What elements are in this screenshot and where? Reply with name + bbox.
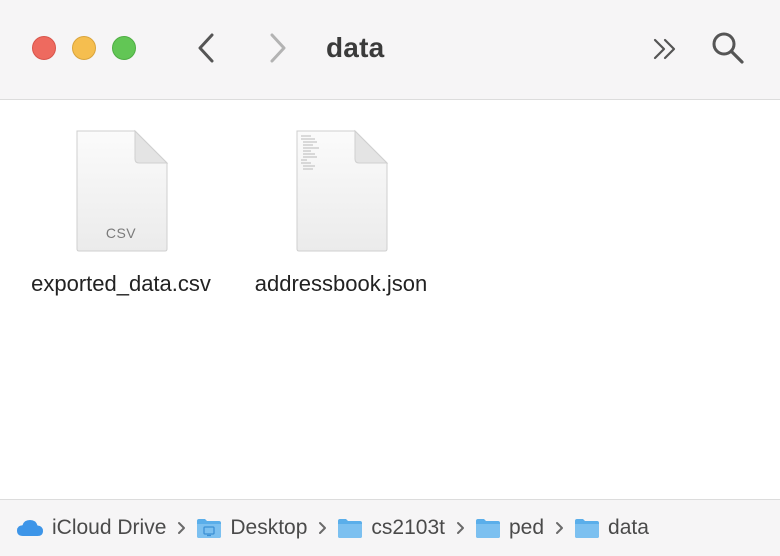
window-title: data bbox=[326, 32, 385, 63]
path-item-label: iCloud Drive bbox=[52, 516, 167, 539]
toolbar: data bbox=[0, 0, 780, 100]
forward-button[interactable] bbox=[258, 28, 298, 68]
file-name[interactable]: exported_data.csv bbox=[21, 268, 221, 300]
chevron-right-icon bbox=[270, 33, 286, 63]
path-item-data[interactable]: data bbox=[574, 516, 649, 540]
path-item-label: data bbox=[608, 516, 649, 539]
back-button[interactable] bbox=[186, 28, 226, 68]
close-window-button[interactable] bbox=[32, 36, 56, 60]
chevron-right-icon bbox=[176, 521, 186, 535]
path-bar: iCloud Drive Desktop cs2103t ped data bbox=[0, 499, 780, 556]
path-item-ped[interactable]: ped bbox=[475, 516, 544, 540]
folder-icon bbox=[475, 517, 501, 539]
file-type-badge: CSV bbox=[105, 225, 137, 241]
more-toolbar-items-button[interactable] bbox=[648, 32, 682, 66]
path-item-icloud-drive[interactable]: iCloud Drive bbox=[16, 516, 166, 540]
text-document-icon bbox=[293, 129, 389, 253]
minimize-window-button[interactable] bbox=[72, 36, 96, 60]
path-item-label: cs2103t bbox=[371, 516, 445, 539]
path-item-cs2103t[interactable]: cs2103t bbox=[337, 516, 445, 540]
desktop-folder-icon bbox=[196, 517, 222, 539]
file-name[interactable]: addressbook.json bbox=[241, 268, 441, 300]
double-chevron-right-icon bbox=[653, 38, 676, 60]
file-item[interactable]: CSV exported_data.csv bbox=[21, 129, 221, 300]
path-item-label: Desktop bbox=[230, 516, 308, 539]
chevron-right-icon bbox=[455, 521, 465, 535]
chevron-left-icon bbox=[198, 33, 214, 63]
chevron-right-icon bbox=[317, 521, 327, 535]
csv-document-icon: CSV bbox=[73, 129, 169, 253]
finder-window: data CSV exported_data.csv addressbook.j… bbox=[0, 0, 780, 556]
folder-icon bbox=[574, 517, 600, 539]
path-item-desktop[interactable]: Desktop bbox=[196, 516, 307, 540]
maximize-window-button[interactable] bbox=[112, 36, 136, 60]
file-browser-area[interactable]: CSV exported_data.csv addressbook.json bbox=[0, 101, 780, 499]
magnifier-icon bbox=[712, 32, 744, 64]
path-item-label: ped bbox=[508, 516, 545, 539]
search-button[interactable] bbox=[708, 28, 748, 68]
cloud-icon bbox=[16, 518, 44, 538]
chevron-right-icon bbox=[554, 521, 564, 535]
file-item[interactable]: addressbook.json bbox=[241, 129, 441, 300]
folder-icon bbox=[337, 517, 363, 539]
